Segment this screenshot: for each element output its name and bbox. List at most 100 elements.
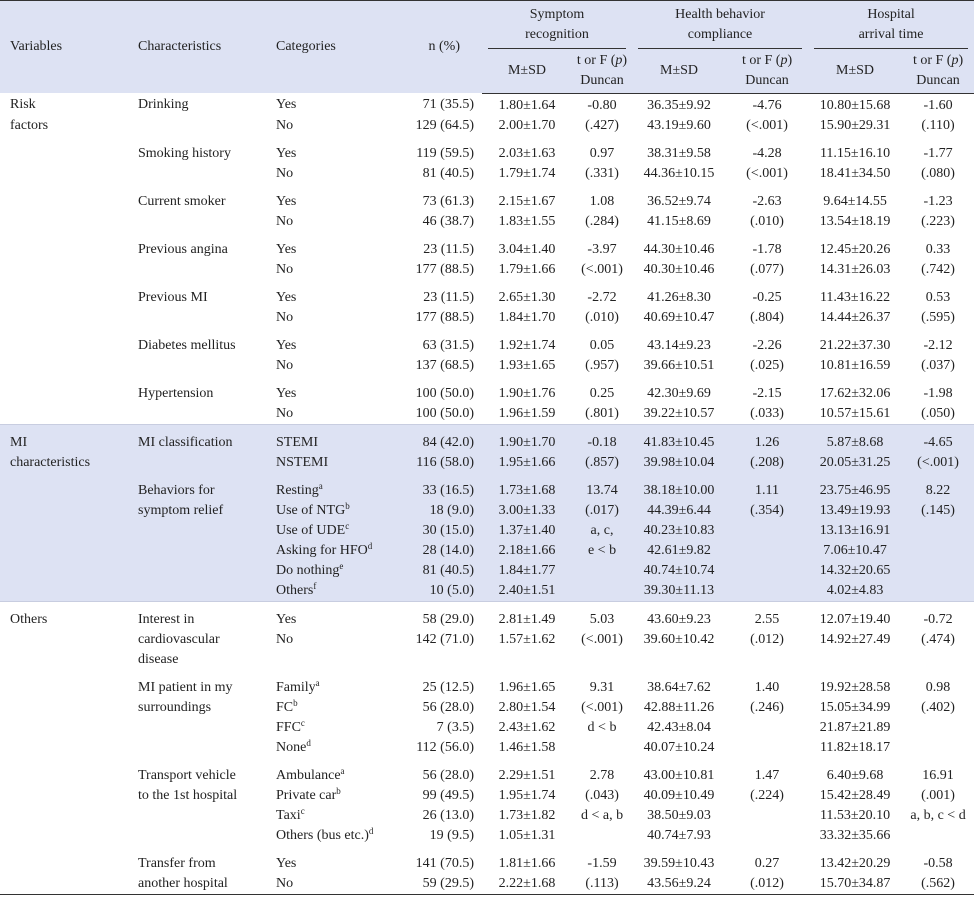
row-variable <box>0 854 128 874</box>
row-category: Yes <box>266 384 396 404</box>
row-category-text: Others (bus etc.) <box>276 827 369 843</box>
row-arrival-msd: 14.44±26.37 <box>808 308 902 328</box>
row-variable <box>0 786 128 806</box>
table-row: surroundings FCb 56 (28.0) 2.80±1.54 (<.001)… <box>0 698 974 718</box>
header-tf-2: t or F (p) Duncan <box>726 49 809 94</box>
row-health-test <box>726 718 808 738</box>
row-n: 137 (68.5) <box>396 356 482 376</box>
row-symptom-test-text: (.857) <box>585 454 619 470</box>
spacer-cell <box>0 758 974 766</box>
row-arrival-msd-text: 14.32±20.65 <box>819 562 891 578</box>
row-category-text: FFC <box>276 719 301 735</box>
row-symptom-test-text: (.017) <box>585 502 619 518</box>
row-symptom-msd: 2.65±1.30 <box>482 288 572 308</box>
row-symptom-test <box>572 560 633 581</box>
row-arrival-msd: 11.53±20.10 <box>808 806 902 826</box>
row-arrival-test-text: (.595) <box>921 309 955 325</box>
row-symptom-test-text: d < a, b <box>580 807 624 823</box>
row-category: Ambulancea <box>266 766 396 786</box>
row-health-msd-text: 42.30±9.69 <box>647 385 711 401</box>
group-spacer <box>0 758 974 766</box>
header-msd-2: M±SD <box>632 49 727 94</box>
row-arrival-test: a, b, c < d <box>902 806 974 826</box>
row-characteristic <box>128 260 266 280</box>
row-n: 33 (16.5) <box>396 480 482 501</box>
spacer-cell <box>0 670 974 678</box>
row-health-msd: 38.31±9.58 <box>632 144 726 164</box>
row-characteristic-text: symptom relief <box>138 502 224 518</box>
row-arrival-test-text: -2.12 <box>923 337 953 353</box>
row-health-test-text: -1.78 <box>752 241 782 257</box>
row-arrival-test: -0.72 <box>902 610 974 630</box>
row-symptom-test-text: (.331) <box>585 165 619 181</box>
row-health-msd: 41.26±8.30 <box>632 288 726 308</box>
row-symptom-test-text: -0.18 <box>587 434 617 450</box>
row-arrival-test-text: -1.77 <box>923 145 953 161</box>
row-symptom-msd: 1.57±1.62 <box>482 630 572 650</box>
row-symptom-test: -2.72 <box>572 288 632 308</box>
row-health-msd: 36.52±9.74 <box>632 192 726 212</box>
row-arrival-test-text: (<.001) <box>917 454 959 470</box>
row-characteristic: Transport vehicle <box>128 766 266 786</box>
row-n-text: 73 (61.3) <box>422 193 474 209</box>
row-variable <box>0 164 128 184</box>
row-n-text: 71 (35.5) <box>422 97 474 112</box>
row-variable <box>0 560 128 581</box>
row-health-msd: 42.43±8.04 <box>632 718 726 738</box>
row-symptom-msd: 1.37±1.40 <box>482 520 572 541</box>
row-n-text: 112 (56.0) <box>416 739 474 755</box>
row-health-msd-text: 44.36±10.15 <box>643 165 715 181</box>
row-health-test <box>726 650 808 670</box>
row-symptom-test-text: (<.001) <box>581 631 623 647</box>
row-arrival-test: (.001) <box>902 786 974 806</box>
spacer-cell <box>0 600 974 610</box>
row-symptom-test: a, c, <box>572 520 633 541</box>
row-symptom-test-text: 9.31 <box>589 679 615 695</box>
row-symptom-test-text: 0.05 <box>589 337 615 353</box>
row-symptom-test <box>572 826 632 846</box>
row-arrival-test-text: (.080) <box>921 165 955 181</box>
row-health-msd-text: 42.43±8.04 <box>647 719 711 735</box>
row-symptom-test-text: (.043) <box>585 787 619 803</box>
row-health-test-text: -0.25 <box>752 289 782 305</box>
row-arrival-test-text: -1.23 <box>923 193 953 209</box>
row-characteristic <box>128 718 266 738</box>
row-category: FCb <box>266 698 396 718</box>
row-arrival-msd-text: 33.32±35.66 <box>819 827 891 843</box>
row-characteristic: Diabetes mellitus <box>128 336 266 356</box>
row-category: Use of UDEc <box>266 520 396 541</box>
spacer-cell <box>0 232 974 240</box>
row-variable: Others <box>0 610 128 630</box>
row-health-msd-text: 40.74±10.74 <box>643 562 715 578</box>
row-arrival-msd: 9.64±14.55 <box>808 192 902 212</box>
row-symptom-test-text: d < b <box>587 719 617 735</box>
row-arrival-test-text: (.001) <box>921 787 955 803</box>
row-characteristic-text: Behaviors for <box>138 482 215 498</box>
row-variable <box>0 520 128 541</box>
row-health-msd: 39.22±10.57 <box>632 404 726 425</box>
row-characteristic: Smoking history <box>128 144 266 164</box>
row-symptom-test-text: (.957) <box>585 357 619 373</box>
row-symptom-msd-text: 3.00±1.33 <box>498 502 556 518</box>
row-n <box>396 650 482 670</box>
row-n: 23 (11.5) <box>396 288 482 308</box>
row-arrival-test <box>902 738 974 758</box>
row-symptom-msd: 1.90±1.70 <box>482 432 572 453</box>
row-symptom-test: -0.80 <box>572 93 632 116</box>
row-health-msd: 43.14±9.23 <box>632 336 726 356</box>
row-characteristic <box>128 308 266 328</box>
row-health-msd-text: 39.60±10.42 <box>643 631 715 647</box>
row-health-msd-text: 39.59±10.43 <box>643 855 715 871</box>
table-row: Noned 112 (56.0) 1.46±1.58 40.07±10.24 11.82… <box>0 738 974 758</box>
row-characteristic: Previous angina <box>128 240 266 260</box>
row-symptom-test: e < b <box>572 540 633 561</box>
row-symptom-test-text: (.010) <box>585 309 619 325</box>
row-symptom-msd-text: 1.73±1.68 <box>498 482 556 498</box>
row-arrival-test <box>902 540 974 561</box>
row-characteristic <box>128 826 266 846</box>
row-symptom-test: (.427) <box>572 116 632 136</box>
row-health-test-text: (.208) <box>750 454 784 470</box>
row-n: 129 (64.5) <box>396 116 482 136</box>
group-spacer <box>0 184 974 192</box>
table-body: Risk Drinking Yes 71 (35.5) 1.80±1.64 -0.80 36… <box>0 93 974 895</box>
